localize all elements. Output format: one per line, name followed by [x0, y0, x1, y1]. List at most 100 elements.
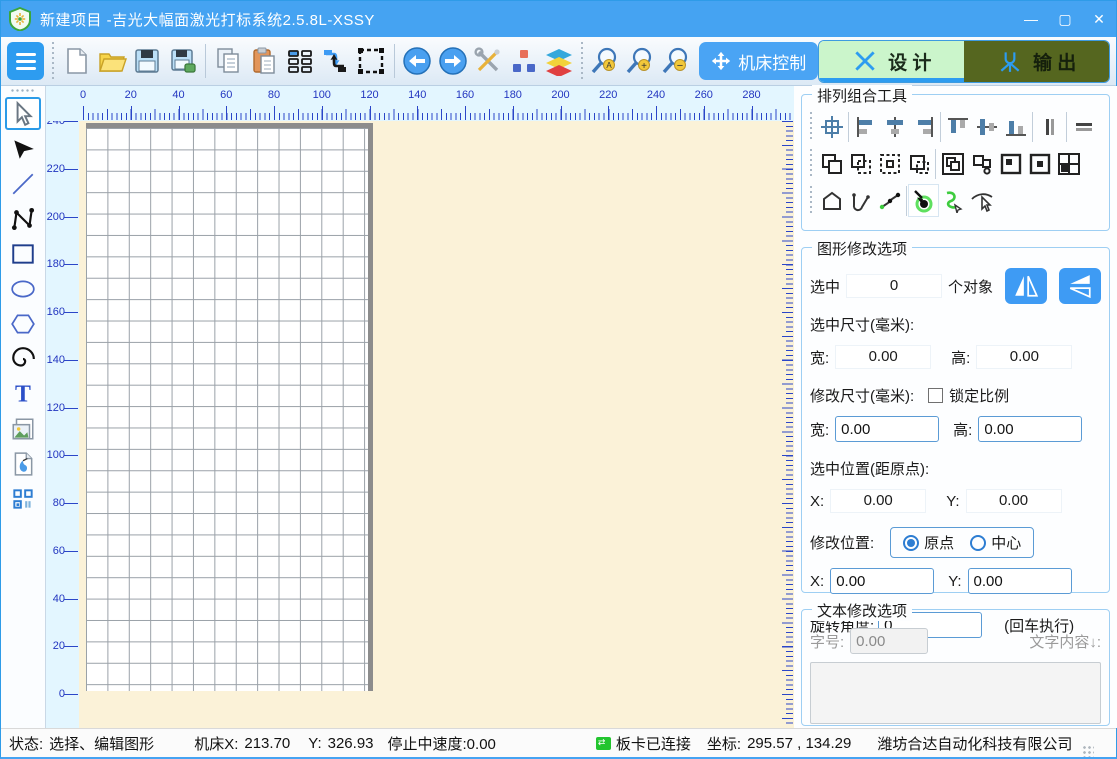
minimize-button[interactable]: — — [1014, 1, 1048, 37]
align-hcenter-button[interactable] — [880, 111, 909, 142]
snap-node-button[interactable] — [909, 185, 938, 216]
split-cells-button[interactable] — [1054, 148, 1083, 179]
select-all-button[interactable] — [353, 41, 388, 81]
center-to-origin-button[interactable] — [817, 111, 846, 142]
horizontal-ruler: 020406080100120140160180200220240260280 — [46, 86, 794, 121]
app-window: 新建项目 -吉光大幅面激光打标系统2.5.8L-XSSY — ▢ ✕ — [0, 0, 1117, 759]
text-content-label: 文字内容↓: — [1029, 631, 1101, 652]
flip-horizontal-button[interactable] — [1005, 268, 1047, 304]
work-area-grid[interactable] — [86, 123, 373, 691]
layers-button[interactable] — [541, 41, 576, 81]
zoom-all-button[interactable]: A — [587, 41, 622, 81]
resize-grip[interactable] — [1082, 745, 1094, 757]
state-value: 选择、编辑图形 — [49, 733, 154, 754]
coord-value: 295.57 , 134.29 — [747, 735, 851, 752]
distribute-v-icon — [1072, 115, 1096, 139]
zoom-in-button[interactable]: + — [622, 41, 657, 81]
edit-nodes-button[interactable] — [875, 185, 904, 216]
transform-button[interactable] — [318, 41, 353, 81]
modify-height-input[interactable] — [978, 416, 1082, 442]
modify-y-input[interactable] — [968, 568, 1072, 594]
company-name: 潍坊合达自动化科技有限公司 — [877, 733, 1072, 754]
to-back-button[interactable] — [996, 148, 1025, 179]
y-label: Y: — [946, 493, 959, 510]
new-file-button[interactable] — [58, 41, 93, 81]
paste-button[interactable] — [247, 41, 282, 81]
to-front-button[interactable] — [1025, 148, 1054, 179]
break-apart-button[interactable] — [967, 148, 996, 179]
tab-output[interactable]: 输 出 — [964, 41, 1109, 82]
smooth-curve-button[interactable] — [938, 185, 967, 216]
pick-node-button[interactable] — [967, 185, 996, 216]
line-tool[interactable] — [5, 167, 41, 200]
array-copy-button[interactable] — [282, 41, 317, 81]
machine-control-button[interactable]: 机床控制 — [699, 42, 818, 80]
menu-button[interactable] — [7, 42, 44, 80]
modify-width-input[interactable] — [835, 416, 939, 442]
lock-ratio-checkbox[interactable] — [928, 388, 943, 403]
matrix-icon — [10, 486, 36, 512]
arrange-tools-group: 排列组合工具 — [801, 94, 1110, 231]
tab-design[interactable]: 设 计 — [819, 41, 964, 82]
flip-vertical-icon — [1067, 273, 1093, 299]
font-size-input — [850, 628, 928, 654]
polyline-tool[interactable] — [5, 202, 41, 235]
image-tool[interactable] — [5, 412, 41, 445]
text-tool[interactable]: T — [5, 377, 41, 410]
combine-button[interactable] — [938, 148, 967, 179]
x-label: X: — [810, 573, 824, 590]
array-grid-icon — [285, 46, 315, 76]
center-radio[interactable]: 中心 — [970, 532, 1021, 553]
spiral-icon — [10, 346, 36, 372]
h-ruler-label: 120 — [360, 89, 378, 101]
select-tool[interactable] — [5, 97, 41, 130]
align-vcenter-button[interactable] — [972, 111, 1001, 142]
object-list-button[interactable] — [506, 41, 541, 81]
rectangle-tool[interactable] — [5, 237, 41, 270]
origin-radio[interactable]: 原点 — [903, 532, 954, 553]
ungroup-all-button[interactable] — [904, 148, 933, 179]
toolbar-handle — [808, 186, 813, 216]
close-button[interactable]: ✕ — [1082, 1, 1116, 37]
coord-label: 坐标: — [707, 733, 741, 754]
save-as-button[interactable] — [165, 41, 200, 81]
group-icon — [820, 152, 844, 176]
copy-button[interactable] — [211, 41, 246, 81]
group-button[interactable] — [817, 148, 846, 179]
ellipse-tool[interactable] — [5, 272, 41, 305]
zoom-out-button[interactable]: − — [658, 41, 693, 81]
canvas-area[interactable]: 020406080100120140160180200220240260280 … — [46, 86, 794, 728]
vector-file-tool[interactable] — [5, 447, 41, 480]
distribute-h-button[interactable] — [1035, 111, 1064, 142]
spiral-tool[interactable] — [5, 342, 41, 375]
close-curve-button[interactable] — [817, 185, 846, 216]
align-top-icon — [946, 115, 970, 139]
align-right-button[interactable] — [909, 111, 938, 142]
h-ruler-label: 180 — [504, 89, 522, 101]
tab-design-label: 设 计 — [888, 48, 931, 75]
flip-vertical-button[interactable] — [1059, 268, 1101, 304]
distribute-v-button[interactable] — [1069, 111, 1098, 142]
add-to-group-button[interactable] — [846, 148, 875, 179]
save-button[interactable] — [129, 41, 164, 81]
node-edit-tool[interactable] — [5, 132, 41, 165]
polygon-tool[interactable] — [5, 307, 41, 340]
app-logo-icon — [8, 7, 32, 31]
modify-x-input[interactable] — [830, 568, 934, 594]
settings-button[interactable] — [471, 41, 506, 81]
ellipse-icon — [10, 276, 36, 302]
undo-button[interactable] — [400, 41, 435, 81]
h-ruler-label: 20 — [125, 89, 137, 101]
align-top-button[interactable] — [943, 111, 972, 142]
open-file-button[interactable] — [94, 41, 129, 81]
align-left-button[interactable] — [851, 111, 880, 142]
ungroup-button[interactable] — [875, 148, 904, 179]
h-ruler-label: 80 — [268, 89, 280, 101]
maximize-button[interactable]: ▢ — [1048, 1, 1082, 37]
open-curve-button[interactable] — [846, 185, 875, 216]
add-group-icon — [849, 152, 873, 176]
redo-button[interactable] — [435, 41, 470, 81]
array-tool[interactable] — [5, 482, 41, 515]
paste-icon — [249, 46, 279, 76]
align-bottom-button[interactable] — [1001, 111, 1030, 142]
